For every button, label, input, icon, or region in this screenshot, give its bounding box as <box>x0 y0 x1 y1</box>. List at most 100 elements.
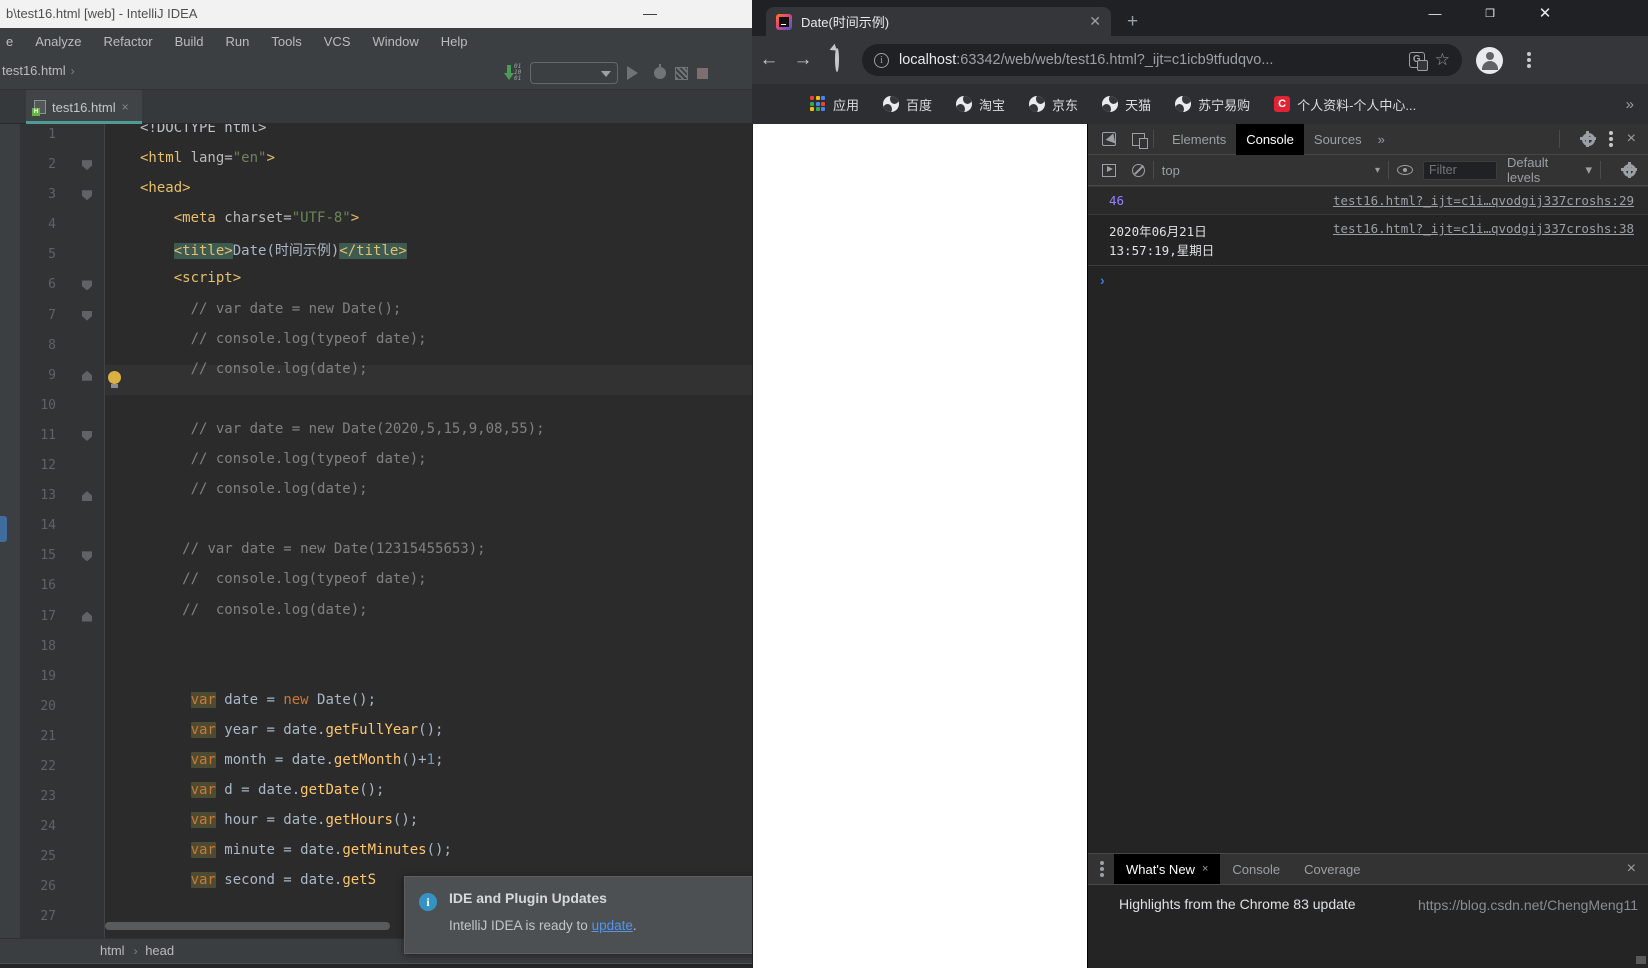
console-prompt-icon[interactable]: › <box>1088 266 1648 294</box>
drawer-tab-coverage[interactable]: Coverage <box>1292 854 1372 885</box>
intellij-titlebar[interactable]: b\test16.html [web] - IntelliJ IDEA — <box>0 0 752 28</box>
bookmark-item[interactable]: 天猫 <box>1102 95 1151 114</box>
devtools-tab-sources[interactable]: Sources <box>1304 124 1372 155</box>
fold-marker-icon[interactable] <box>82 430 92 441</box>
breadcrumb[interactable]: test16.html › <box>2 63 75 78</box>
breadcrumb-file[interactable]: test16.html <box>2 63 66 78</box>
gutter-row: 5 <box>20 240 105 270</box>
bookmark-item[interactable]: 百度 <box>883 95 932 114</box>
devtools-drawer-tabs: What's New × Console Coverage × <box>1088 853 1648 885</box>
devtools-tab-console[interactable]: Console <box>1236 123 1304 155</box>
maximize-button[interactable]: ❒ <box>1469 0 1511 30</box>
breadcrumb-html[interactable]: html <box>0 943 129 958</box>
fold-marker-icon[interactable] <box>82 370 92 381</box>
minimize-button[interactable]: — <box>630 0 670 28</box>
menu-run[interactable]: Run <box>226 34 250 49</box>
address-bar[interactable]: i localhost:63342/web/web/test16.html?_i… <box>862 44 1462 76</box>
line-number: 9 <box>48 367 56 383</box>
console-source-link[interactable]: test16.html?_ijt=c1i…qvodgij337croshs:29 <box>1333 193 1634 208</box>
new-tab-button[interactable]: + <box>1127 12 1138 31</box>
log-levels-select[interactable]: Default levels ▾ <box>1507 155 1592 185</box>
run-configuration-select[interactable] <box>530 62 618 84</box>
update-notification[interactable]: i IDE and Plugin Updates IntelliJ IDEA i… <box>404 876 752 954</box>
globe-icon <box>883 96 900 112</box>
breadcrumb-head[interactable]: head <box>141 943 178 958</box>
minimize-button[interactable]: — <box>1414 0 1456 30</box>
update-project-icon[interactable]: 01 10 01 <box>504 64 521 82</box>
clear-console-icon[interactable] <box>1132 163 1145 177</box>
menu-tools[interactable]: Tools <box>271 34 301 49</box>
drawer-close-icon[interactable]: × <box>1627 860 1636 878</box>
drawer-tab-what-s-new[interactable]: What's New × <box>1114 853 1221 885</box>
fold-marker-icon[interactable] <box>82 310 92 321</box>
menu-e[interactable]: e <box>6 34 13 49</box>
whats-new-headline[interactable]: Highlights from the Chrome 83 update <box>1119 896 1356 912</box>
stripe-marker <box>0 516 7 542</box>
fold-marker-icon[interactable] <box>82 280 92 291</box>
fold-marker-icon[interactable] <box>82 190 92 201</box>
menu-build[interactable]: Build <box>175 34 204 49</box>
close-tab-icon[interactable]: ✕ <box>1089 13 1101 30</box>
fold-marker-icon[interactable] <box>82 491 92 502</box>
url-text[interactable]: localhost:63342/web/web/test16.html?_ijt… <box>899 52 1399 68</box>
coverage-button-icon[interactable] <box>675 66 688 80</box>
devtools-settings-icon[interactable] <box>1579 130 1596 147</box>
code-editor[interactable]: 1 2 3 4 5 6 7 8 9 10 11 12 13 14 15 16 17 18 19 20 21 22 23 24 2… <box>0 124 752 938</box>
menu-vcs[interactable]: VCS <box>324 34 351 49</box>
bookmark-star-icon[interactable]: ☆ <box>1435 50 1450 70</box>
forward-icon[interactable]: → <box>786 49 820 71</box>
fold-marker-icon[interactable] <box>82 551 92 562</box>
inspect-element-icon[interactable] <box>1102 132 1116 146</box>
run-button-icon[interactable] <box>627 66 645 80</box>
horizontal-scrollbar-thumb[interactable] <box>105 922 390 930</box>
fold-marker-icon[interactable] <box>82 160 92 171</box>
bookmark-item[interactable]: 京东 <box>1029 95 1078 114</box>
chrome-menu-icon[interactable] <box>1519 58 1539 62</box>
bookmark-item[interactable]: 苏宁易购 <box>1175 95 1250 114</box>
code-line-11: // var date = new Date(2020,5,15,9,08,55… <box>190 420 545 437</box>
fold-marker-icon[interactable] <box>82 611 92 622</box>
bookmark-item[interactable]: 淘宝 <box>956 95 1005 114</box>
translate-icon[interactable]: G <box>1408 52 1428 71</box>
back-icon[interactable]: ← <box>752 49 786 71</box>
bookmark-csdn[interactable]: C 个人资料-个人中心... <box>1274 95 1416 114</box>
stop-button-icon[interactable] <box>697 67 708 79</box>
gutter-row: 22 <box>20 752 105 782</box>
drawer-tab-console[interactable]: Console <box>1220 854 1292 885</box>
profile-avatar[interactable] <box>1476 46 1503 74</box>
reload-icon[interactable] <box>820 47 854 72</box>
console-sidebar-icon[interactable] <box>1102 163 1117 177</box>
more-tabs-icon[interactable]: » <box>1372 132 1391 147</box>
close-drawer-tab-icon[interactable]: × <box>1202 854 1208 885</box>
drawer-menu-icon[interactable] <box>1100 867 1104 871</box>
code-line-22: var month = date.getMonth()+1; <box>190 751 444 768</box>
intention-lightbulb-icon[interactable] <box>108 370 121 388</box>
site-info-icon[interactable]: i <box>874 52 889 68</box>
bookmarks-overflow-icon[interactable]: » <box>1626 96 1634 113</box>
console-message: 2020年06月21日 13:57:19,星期日 test16.html?_ijt=… <box>1088 215 1648 266</box>
browser-tab[interactable]: Date(时间示例) ✕ <box>766 7 1111 36</box>
intellij-navbar: test16.html › 01 10 01 <box>0 54 752 90</box>
devtools-close-icon[interactable]: × <box>1627 130 1636 148</box>
console-source-link[interactable]: test16.html?_ijt=c1i…qvodgij337croshs:38 <box>1333 221 1634 259</box>
context-selector[interactable]: top ▾ <box>1162 163 1380 178</box>
menu-help[interactable]: Help <box>441 34 468 49</box>
update-link[interactable]: update <box>592 918 633 933</box>
menu-window[interactable]: Window <box>373 34 419 49</box>
menu-refactor[interactable]: Refactor <box>103 34 152 49</box>
line-number: 15 <box>40 548 56 564</box>
console-filter-input[interactable] <box>1423 160 1497 180</box>
console-settings-icon[interactable] <box>1621 161 1637 178</box>
page-content[interactable] <box>753 124 1087 968</box>
menu-analyze[interactable]: Analyze <box>35 34 81 49</box>
devtools-tab-elements[interactable]: Elements <box>1162 124 1236 155</box>
device-toolbar-icon[interactable] <box>1132 132 1148 149</box>
bookmark-apps[interactable]: 应用 <box>810 95 859 114</box>
live-expression-icon[interactable] <box>1397 165 1413 175</box>
close-tab-icon[interactable]: × <box>122 100 129 114</box>
devtools-menu-icon[interactable] <box>1608 137 1613 141</box>
close-button[interactable]: ✕ <box>1524 0 1566 30</box>
gutter-row: 7 <box>20 301 105 331</box>
editor-tab-test16[interactable]: test16.html × <box>26 90 142 124</box>
debug-button-icon[interactable] <box>654 64 666 79</box>
